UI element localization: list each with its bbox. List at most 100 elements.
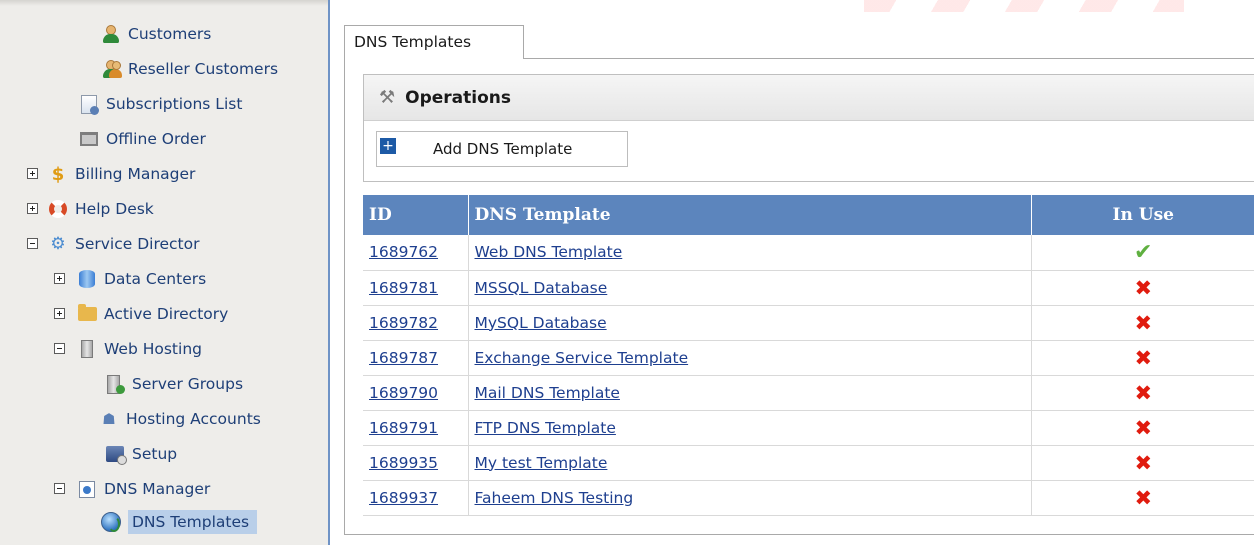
template-id-link[interactable]: 1689937 bbox=[369, 489, 438, 507]
template-id-link[interactable]: 1689762 bbox=[369, 243, 438, 261]
id-cell: 1689935 bbox=[363, 445, 469, 481]
expand-help-desk-icon[interactable] bbox=[27, 203, 38, 214]
in-use-cell: ✖ bbox=[1031, 305, 1254, 341]
template-name-link[interactable]: Faheem DNS Testing bbox=[475, 489, 634, 507]
cross-icon: ✖ bbox=[1134, 345, 1153, 370]
sidebar-item-subscriptions-list[interactable]: Subscriptions List bbox=[78, 90, 242, 118]
cart-icon bbox=[78, 128, 100, 150]
sidebar-item-customers[interactable]: Customers bbox=[100, 20, 211, 48]
expand-billing-manager-icon[interactable] bbox=[27, 168, 38, 179]
table-row: 1689937 Faheem DNS Testing ✖ bbox=[363, 480, 1254, 516]
tab-dns-templates[interactable]: DNS Templates bbox=[344, 25, 524, 59]
template-name-link[interactable]: MySQL Database bbox=[475, 314, 607, 332]
column-header-in-use[interactable]: In Use bbox=[1031, 195, 1254, 235]
cross-icon: ✖ bbox=[1134, 450, 1153, 475]
column-header-dns-template[interactable]: DNS Template bbox=[468, 195, 1032, 235]
dns-templates-table: ID DNS Template In Use 1689762 Web DNS Te… bbox=[363, 195, 1254, 516]
sidebar-navigation: Customers Reseller Customers Subscriptio… bbox=[0, 0, 330, 545]
sidebar-item-reseller-customers[interactable]: Reseller Customers bbox=[100, 55, 278, 83]
expand-data-centers-icon[interactable] bbox=[54, 273, 65, 284]
top-banner-decoration bbox=[864, 0, 1184, 12]
dns-manager-icon bbox=[76, 478, 98, 500]
tab-panel: ⚒ Operations + Add DNS Template ID DNS T… bbox=[344, 58, 1254, 535]
sidebar-item-dns-manager[interactable]: DNS Manager bbox=[76, 475, 210, 503]
collapse-web-hosting-icon[interactable] bbox=[54, 343, 65, 354]
template-name-link[interactable]: Mail DNS Template bbox=[475, 384, 620, 402]
template-id-link[interactable]: 1689791 bbox=[369, 419, 438, 437]
in-use-cell: ✖ bbox=[1031, 445, 1254, 481]
sidebar-item-label: Reseller Customers bbox=[128, 60, 279, 78]
table-row: 1689781 MSSQL Database ✖ bbox=[363, 270, 1254, 306]
sidebar-item-server-groups[interactable]: Server Groups bbox=[104, 370, 243, 398]
table-row: 1689782 MySQL Database ✖ bbox=[363, 305, 1254, 341]
id-cell: 1689937 bbox=[363, 480, 469, 516]
tools-icon: ⚒ bbox=[379, 87, 396, 108]
template-id-link[interactable]: 1689782 bbox=[369, 314, 438, 332]
template-name-cell: Faheem DNS Testing bbox=[468, 480, 1032, 516]
collapse-dns-manager-icon[interactable] bbox=[54, 483, 65, 494]
sidebar-top-edge bbox=[0, 0, 328, 6]
add-dns-template-label: Add DNS Template bbox=[433, 140, 573, 158]
add-dns-template-button[interactable]: + Add DNS Template bbox=[376, 131, 628, 167]
sidebar-item-offline-order[interactable]: Offline Order bbox=[78, 125, 206, 153]
id-cell: 1689762 bbox=[363, 235, 469, 271]
sidebar-item-label: Server Groups bbox=[132, 375, 244, 393]
sidebar-item-label: Subscriptions List bbox=[106, 95, 243, 113]
sidebar-item-label: DNS Templates bbox=[128, 510, 258, 534]
cross-icon: ✖ bbox=[1134, 275, 1153, 300]
template-name-cell: FTP DNS Template bbox=[468, 410, 1032, 446]
sidebar-item-active-directory[interactable]: Active Directory bbox=[76, 300, 228, 328]
template-id-link[interactable]: 1689790 bbox=[369, 384, 438, 402]
id-cell: 1689782 bbox=[363, 305, 469, 341]
table-row: 1689787 Exchange Service Template ✖ bbox=[363, 340, 1254, 376]
dollar-icon: $ bbox=[51, 163, 65, 185]
cross-icon: ✖ bbox=[1134, 485, 1153, 510]
id-cell: 1689781 bbox=[363, 270, 469, 306]
sidebar-item-billing-manager[interactable]: $ Billing Manager bbox=[47, 160, 196, 188]
sidebar-item-service-director[interactable]: ⚙ Service Director bbox=[47, 230, 199, 258]
sidebar-item-label: Service Director bbox=[75, 235, 200, 253]
template-id-link[interactable]: 1689935 bbox=[369, 454, 438, 472]
sidebar-item-hosting-accounts[interactable]: ☗ Hosting Accounts bbox=[98, 405, 261, 433]
in-use-cell: ✖ bbox=[1031, 340, 1254, 376]
template-name-link[interactable]: My test Template bbox=[475, 454, 608, 472]
template-id-link[interactable]: 1689781 bbox=[369, 279, 438, 297]
hosting-accounts-icon: ☗ bbox=[102, 410, 116, 428]
sidebar-item-help-desk[interactable]: Help Desk bbox=[47, 195, 154, 223]
sidebar-item-setup[interactable]: Setup bbox=[104, 440, 177, 468]
sidebar-item-web-hosting[interactable]: Web Hosting bbox=[76, 335, 202, 363]
in-use-cell: ✖ bbox=[1031, 480, 1254, 516]
sidebar-item-label: Active Directory bbox=[104, 305, 229, 323]
template-name-link[interactable]: Exchange Service Template bbox=[475, 349, 689, 367]
cross-icon: ✖ bbox=[1134, 380, 1153, 405]
expand-active-directory-icon[interactable] bbox=[54, 308, 65, 319]
main-content: DNS Templates ⚒ Operations + Add DNS Tem… bbox=[344, 0, 1254, 545]
globe-icon bbox=[100, 511, 122, 533]
sidebar-item-data-centers[interactable]: Data Centers bbox=[76, 265, 206, 293]
checkmark-icon: ✔ bbox=[1134, 239, 1153, 265]
cross-icon: ✖ bbox=[1134, 415, 1153, 440]
template-name-link[interactable]: Web DNS Template bbox=[475, 243, 623, 261]
collapse-service-director-icon[interactable] bbox=[27, 238, 38, 249]
table-body: 1689762 Web DNS Template ✔ 1689781 MSSQL Dat… bbox=[363, 235, 1254, 516]
template-name-link[interactable]: FTP DNS Template bbox=[475, 419, 616, 437]
table-row: 1689791 FTP DNS Template ✖ bbox=[363, 410, 1254, 446]
database-icon bbox=[76, 268, 98, 290]
in-use-cell: ✖ bbox=[1031, 375, 1254, 411]
template-name-cell: MySQL Database bbox=[468, 305, 1032, 341]
template-name-link[interactable]: MSSQL Database bbox=[475, 279, 608, 297]
sidebar-item-label: Setup bbox=[132, 445, 178, 463]
plus-icon: + bbox=[380, 137, 396, 154]
sidebar-item-dns-templates[interactable]: DNS Templates bbox=[100, 508, 258, 536]
in-use-cell: ✖ bbox=[1031, 410, 1254, 446]
cross-icon: ✖ bbox=[1134, 310, 1153, 335]
lifering-icon bbox=[47, 198, 69, 220]
sidebar-item-label: Data Centers bbox=[104, 270, 207, 288]
subscriptions-icon bbox=[78, 93, 100, 115]
column-header-id[interactable]: ID bbox=[363, 195, 469, 235]
template-id-link[interactable]: 1689787 bbox=[369, 349, 438, 367]
operations-title: Operations bbox=[405, 87, 512, 108]
table-row: 1689790 Mail DNS Template ✖ bbox=[363, 375, 1254, 411]
operations-header: ⚒ Operations bbox=[364, 75, 1254, 121]
id-cell: 1689791 bbox=[363, 410, 469, 446]
